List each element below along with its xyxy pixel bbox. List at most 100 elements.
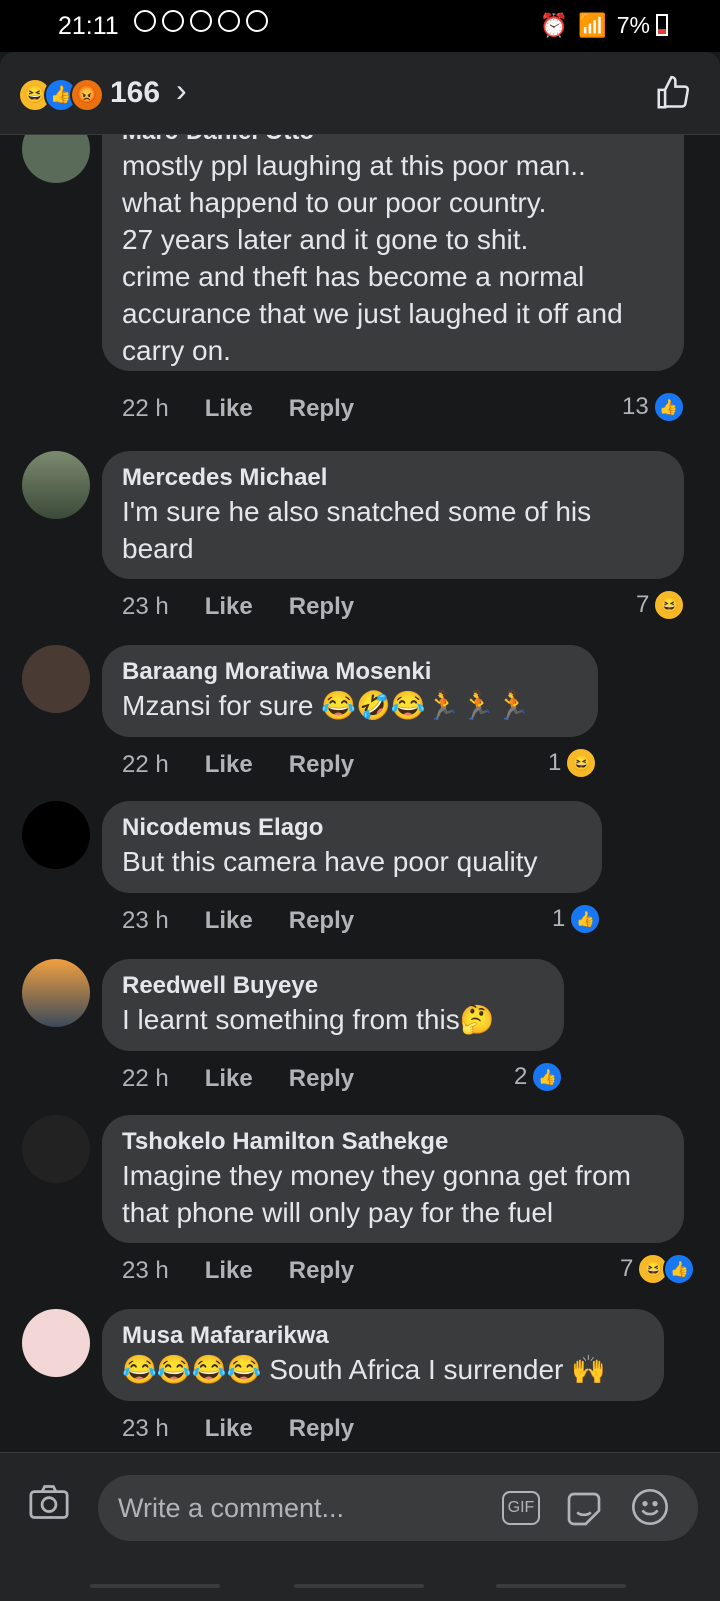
comment-text: Mzansi for sure 😂🤣😂🏃🏃🏃 <box>122 690 531 721</box>
comment-reactions[interactable]: 2 👍 <box>514 1061 564 1093</box>
comment-text: I'm sure he also snatched some of his be… <box>122 496 592 564</box>
sticker-icon[interactable] <box>564 1489 604 1529</box>
comment-actions: 23 h Like Reply <box>122 1415 354 1443</box>
status-time: 21:11 <box>58 12 119 40</box>
comment-bubble: Reedwell Buyeye I learnt something from … <box>102 959 564 1051</box>
commenter-name[interactable]: Nicodemus Elago <box>122 813 582 843</box>
comment-bubble: Nicodemus Elago But this camera have poo… <box>102 801 602 893</box>
commenter-name[interactable]: Musa Mafararikwa <box>122 1321 644 1351</box>
avatar[interactable] <box>22 135 90 183</box>
battery-icon <box>656 14 668 36</box>
avatar[interactable] <box>22 645 90 713</box>
reaction-summary[interactable]: 😆 👍 😡 <box>18 78 104 112</box>
like-button[interactable]: Like <box>205 1065 253 1093</box>
reply-button[interactable]: Reply <box>289 1257 354 1285</box>
nav-home[interactable] <box>294 1584 424 1588</box>
comment-actions: 22 h Like Reply <box>122 1065 354 1093</box>
comment-text: But this camera have poor quality <box>122 846 538 877</box>
comment-actions: 23 h Like Reply <box>122 907 354 935</box>
reaction-count: 1 <box>548 749 562 776</box>
reply-button[interactable]: Reply <box>289 907 354 935</box>
comment-time[interactable]: 23 h <box>122 593 169 621</box>
comment-input-placeholder: Write a comment... <box>118 1493 345 1523</box>
angry-reaction-icon: 😡 <box>70 78 104 112</box>
reaction-count: 1 <box>552 905 566 932</box>
comment-actions: 22 h Like Reply <box>122 751 354 779</box>
system-nav-bar <box>0 1576 720 1600</box>
comment-bubble: Baraang Moratiwa Mosenki Mzansi for sure… <box>102 645 598 737</box>
like-reaction-icon: 👍 <box>663 1253 696 1285</box>
comment-time[interactable]: 23 h <box>122 907 169 935</box>
haha-reaction-icon: 😆 <box>565 747 598 779</box>
facebook-icon <box>162 10 184 32</box>
comment-actions: 22 h Like Reply <box>122 395 354 423</box>
comment-reactions[interactable]: 7 😆 👍 <box>620 1253 696 1285</box>
comment-reactions[interactable]: 1 👍 <box>552 903 602 935</box>
haha-reaction-icon: 😆 <box>653 589 686 621</box>
avatar[interactable] <box>22 451 90 519</box>
comment-text: I learnt something from this🤔 <box>122 1004 495 1035</box>
emoji-icon[interactable] <box>630 1487 670 1527</box>
comments-list[interactable]: Marc-Daniel Otto mostly ppl laughing at … <box>0 135 720 1451</box>
comment-bubble: Tshokelo Hamilton Sathekge Imagine they … <box>102 1115 684 1243</box>
gmail-icon <box>246 10 268 32</box>
avatar[interactable] <box>22 1309 90 1377</box>
gif-button[interactable]: GIF <box>502 1491 540 1525</box>
comment-time[interactable]: 23 h <box>122 1257 169 1285</box>
like-outline-icon[interactable] <box>654 74 692 112</box>
camera-icon[interactable] <box>28 1483 70 1521</box>
notification-icons <box>134 10 268 32</box>
notification-app-icon <box>190 10 212 32</box>
like-button[interactable]: Like <box>205 1415 253 1443</box>
comment-bubble: Marc-Daniel Otto mostly ppl laughing at … <box>102 135 684 371</box>
reaction-count: 2 <box>514 1063 528 1090</box>
avatar[interactable] <box>22 801 90 869</box>
reaction-count: 7 <box>620 1255 634 1282</box>
reaction-count[interactable]: 166 <box>110 76 160 110</box>
commenter-name[interactable]: Baraang Moratiwa Mosenki <box>122 657 578 687</box>
chevron-right-icon[interactable]: › <box>176 72 187 109</box>
wifi-icon: 📶 <box>578 12 607 38</box>
comment-text: mostly ppl laughing at this poor man.. w… <box>122 150 623 366</box>
avatar[interactable] <box>22 1115 90 1183</box>
comment-actions: 23 h Like Reply <box>122 1257 354 1285</box>
commenter-name[interactable]: Reedwell Buyeye <box>122 971 544 1001</box>
comment-bubble: Musa Mafararikwa 😂😂😂😂 South Africa I sur… <box>102 1309 664 1401</box>
nav-recents[interactable] <box>90 1584 220 1588</box>
comment-time[interactable]: 23 h <box>122 1415 169 1443</box>
like-button[interactable]: Like <box>205 907 253 935</box>
avatar[interactable] <box>22 959 90 1027</box>
comment-text: Imagine they money they gonna get from t… <box>122 1160 631 1228</box>
comment-reactions[interactable]: 1 😆 <box>548 747 598 779</box>
status-right: ⏰ 📶 7% <box>539 12 650 39</box>
like-button[interactable]: Like <box>205 1257 253 1285</box>
like-button[interactable]: Like <box>205 395 253 423</box>
like-reaction-icon: 👍 <box>652 391 685 423</box>
comment-reactions[interactable]: 13 👍 <box>622 391 685 423</box>
like-button[interactable]: Like <box>205 751 253 779</box>
comment-time[interactable]: 22 h <box>122 751 169 779</box>
reply-button[interactable]: Reply <box>289 1415 354 1443</box>
commenter-name[interactable]: Mercedes Michael <box>122 463 664 493</box>
commenter-name[interactable]: Tshokelo Hamilton Sathekge <box>122 1127 664 1157</box>
reaction-count: 13 <box>622 393 649 420</box>
notification-app-icon <box>134 10 156 32</box>
comment-input[interactable]: Write a comment... GIF <box>98 1475 698 1541</box>
comment-time[interactable]: 22 h <box>122 1065 169 1093</box>
comment-time[interactable]: 22 h <box>122 395 169 423</box>
reply-button[interactable]: Reply <box>289 1065 354 1093</box>
nav-back[interactable] <box>496 1584 626 1588</box>
reactions-header: 😆 👍 😡 166 › <box>0 52 720 135</box>
like-reaction-icon: 👍 <box>531 1061 564 1093</box>
comment-text: 😂😂😂😂 South Africa I surrender 🙌 <box>122 1354 607 1385</box>
alarm-icon: ⏰ <box>539 12 569 38</box>
status-bar: 21:11 ⏰ 📶 7% <box>0 0 720 52</box>
like-reaction-icon: 👍 <box>569 903 602 935</box>
comment-reactions[interactable]: 7 😆 <box>636 589 686 621</box>
commenter-name[interactable]: Marc-Daniel Otto <box>122 135 664 147</box>
reply-button[interactable]: Reply <box>289 751 354 779</box>
comment-bubble: Mercedes Michael I'm sure he also snatch… <box>102 451 684 579</box>
like-button[interactable]: Like <box>205 593 253 621</box>
reply-button[interactable]: Reply <box>289 593 354 621</box>
reply-button[interactable]: Reply <box>289 395 354 423</box>
